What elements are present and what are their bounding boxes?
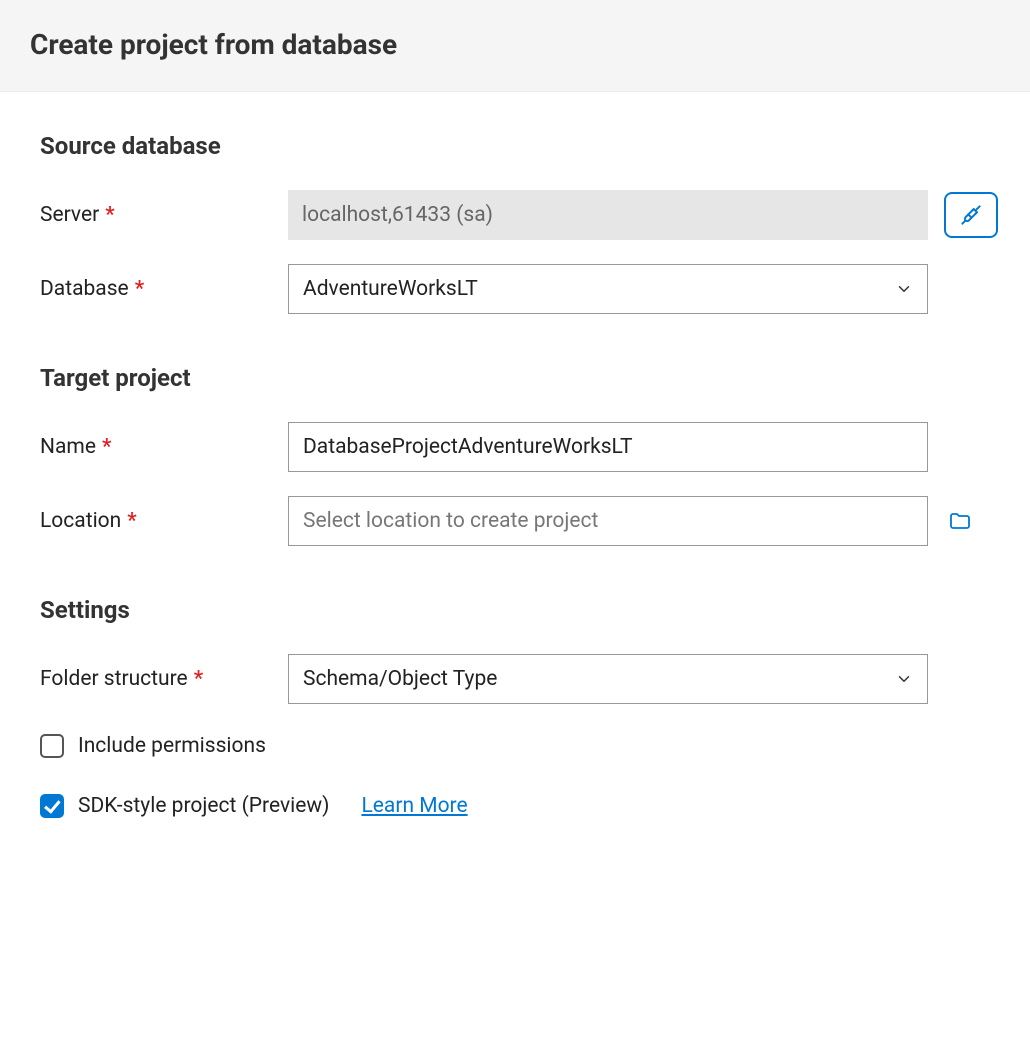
settings-section-title: Settings	[40, 596, 1000, 624]
required-marker: *	[105, 203, 114, 227]
location-input[interactable]	[288, 496, 928, 546]
required-marker: *	[127, 509, 136, 533]
required-marker: *	[135, 277, 144, 301]
sdk-style-row: SDK-style project (Preview) Learn More	[40, 794, 1000, 818]
include-permissions-row: Include permissions	[40, 734, 1000, 758]
connect-button[interactable]	[944, 192, 998, 238]
chevron-down-icon	[895, 670, 913, 688]
database-select[interactable]: AdventureWorksLT	[288, 264, 928, 314]
required-marker: *	[194, 667, 203, 691]
server-input[interactable]	[288, 190, 928, 240]
dialog-title: Create project from database	[30, 28, 1000, 61]
chevron-down-icon	[895, 280, 913, 298]
required-marker: *	[102, 435, 111, 459]
source-section-title: Source database	[40, 132, 1000, 160]
dialog-body: Source database Server* Database*	[0, 92, 1030, 848]
server-row: Server*	[40, 190, 1000, 240]
database-row: Database* AdventureWorksLT	[40, 264, 1000, 314]
database-label: Database*	[40, 277, 272, 301]
target-section-title: Target project	[40, 364, 1000, 392]
location-row: Location*	[40, 496, 1000, 546]
server-label: Server*	[40, 203, 272, 227]
location-label: Location*	[40, 509, 272, 533]
folder-structure-select[interactable]: Schema/Object Type	[288, 654, 928, 704]
name-label: Name*	[40, 435, 272, 459]
include-permissions-checkbox[interactable]	[40, 734, 64, 758]
name-row: Name*	[40, 422, 1000, 472]
learn-more-link[interactable]: Learn More	[361, 794, 467, 818]
sdk-style-checkbox[interactable]	[40, 794, 64, 818]
folder-icon	[946, 509, 974, 533]
plug-icon	[958, 202, 984, 228]
database-select-value: AdventureWorksLT	[303, 277, 895, 301]
folder-structure-select-value: Schema/Object Type	[303, 667, 895, 691]
sdk-style-label: SDK-style project (Preview)	[78, 794, 329, 818]
name-input[interactable]	[288, 422, 928, 472]
dialog-header: Create project from database	[0, 0, 1030, 92]
browse-location-button[interactable]	[944, 505, 976, 537]
folder-structure-row: Folder structure* Schema/Object Type	[40, 654, 1000, 704]
include-permissions-label: Include permissions	[78, 734, 266, 758]
folder-structure-label: Folder structure*	[40, 667, 272, 691]
